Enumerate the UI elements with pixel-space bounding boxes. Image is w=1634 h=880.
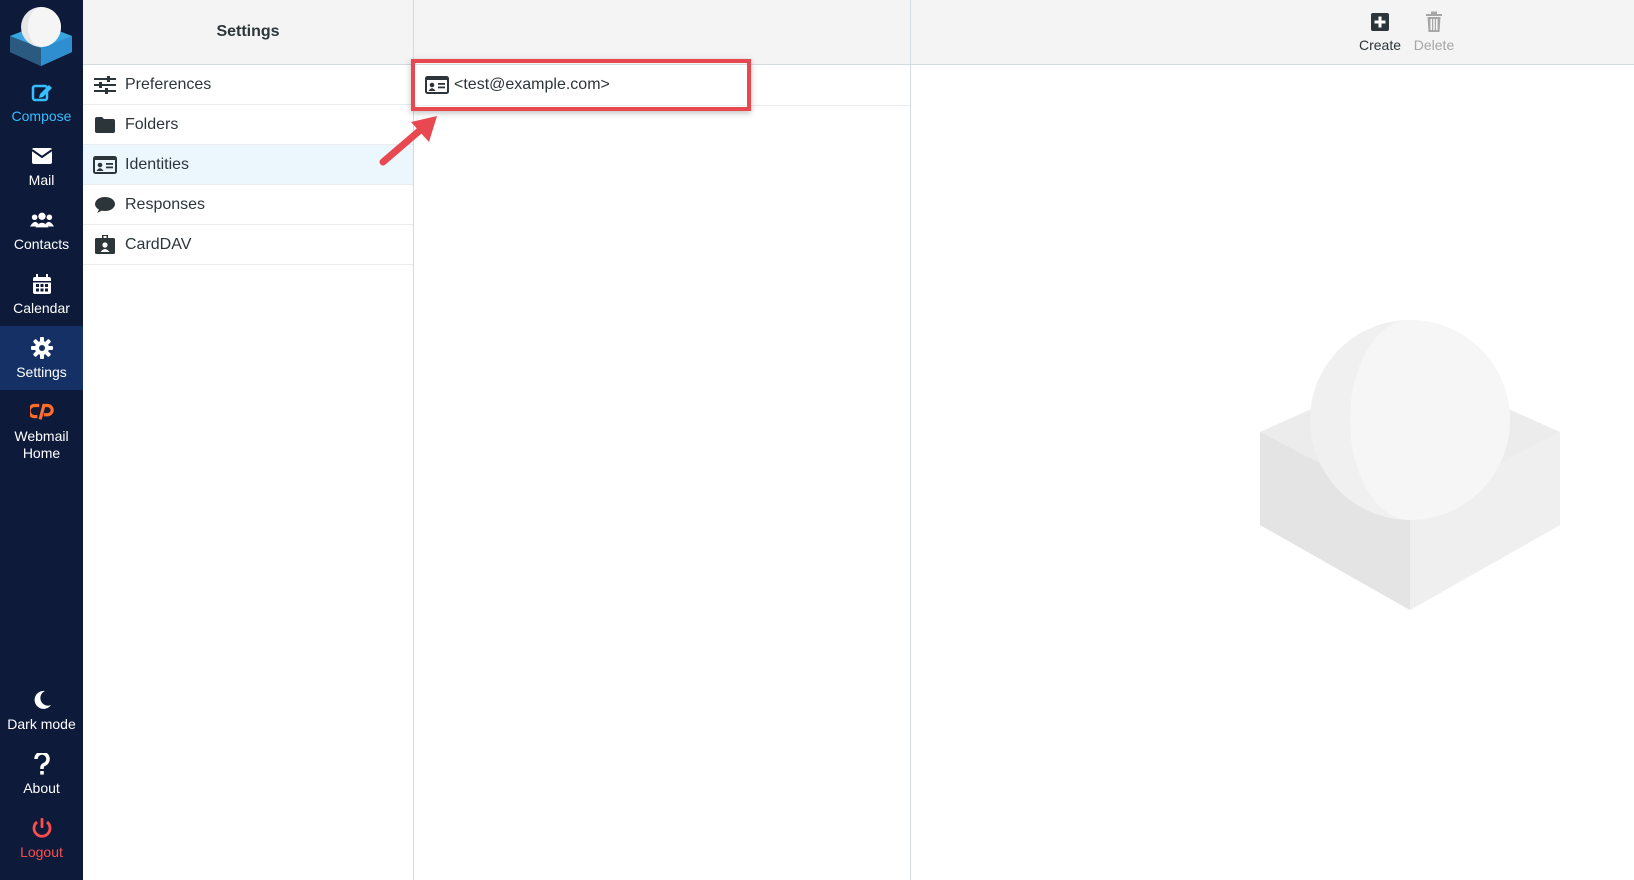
nav-logout[interactable]: Logout [0,806,83,870]
nav-about-label: About [23,780,60,796]
settings-item-label: CardDAV [125,235,192,253]
power-icon [30,816,54,840]
create-button[interactable]: Create [1352,10,1408,53]
settings-item-label: Preferences [125,75,212,93]
moon-icon [30,688,54,712]
settings-item-preferences[interactable]: Preferences [83,65,413,105]
annotation-arrow [379,116,437,166]
id-badge-icon [93,234,117,255]
delete-label: Delete [1413,37,1455,53]
cpanel-icon [29,400,54,424]
comment-icon [93,195,117,215]
nav-webmail-home[interactable]: Webmail Home [0,390,83,462]
create-label: Create [1358,37,1402,53]
compose-icon [30,80,54,104]
gear-icon [30,336,54,360]
sliders-icon [93,75,117,95]
settings-header: Settings [83,0,413,65]
nav-compose[interactable]: Compose [0,70,83,134]
toolbar: Create Delete [911,0,1634,65]
settings-item-label: Identities [125,155,190,173]
nav-contacts[interactable]: Contacts [0,198,83,262]
highlight-box [411,59,751,111]
settings-title: Settings [216,23,280,40]
id-card-icon [93,155,117,175]
watermark-logo [1250,320,1570,630]
nav-about[interactable]: About [0,742,83,806]
nav-contacts-label: Contacts [13,236,70,252]
delete-button[interactable]: Delete [1406,10,1462,53]
nav-mail-label: Mail [28,172,55,188]
plus-square-icon [1368,10,1392,34]
nav-settings[interactable]: Settings [0,326,83,390]
nav-compose-label: Compose [11,108,72,124]
envelope-icon [30,144,54,168]
nav-webmail-label-2: Home [22,445,61,461]
nav-webmail-label-1: Webmail [14,428,69,444]
settings-item-folders[interactable]: Folders [83,105,413,145]
nav-calendar-label: Calendar [13,300,70,316]
folder-icon [93,115,117,135]
nav-dark-mode-label: Dark mode [7,716,76,732]
question-icon [30,752,54,776]
nav-mail[interactable]: Mail [0,134,83,198]
nav-logout-label: Logout [20,844,63,860]
trash-icon [1422,10,1446,34]
identities-list-panel: <test@example.com> [414,0,911,880]
calendar-icon [30,272,54,296]
settings-item-responses[interactable]: Responses [83,185,413,225]
identities-header [414,0,910,65]
settings-panel: Settings Preferences Folders Identities … [83,0,414,880]
users-icon [29,208,54,232]
nav-dark-mode[interactable]: Dark mode [0,678,83,742]
settings-item-carddav[interactable]: CardDAV [83,225,413,265]
nav-settings-label: Settings [16,364,67,380]
settings-item-label: Folders [125,115,179,133]
settings-item-label: Responses [125,195,206,213]
app-nav: Compose Mail Contacts Calendar Settings … [0,0,83,880]
settings-item-identities[interactable]: Identities [83,145,413,185]
roundcube-logo[interactable] [0,0,83,70]
nav-calendar[interactable]: Calendar [0,262,83,326]
